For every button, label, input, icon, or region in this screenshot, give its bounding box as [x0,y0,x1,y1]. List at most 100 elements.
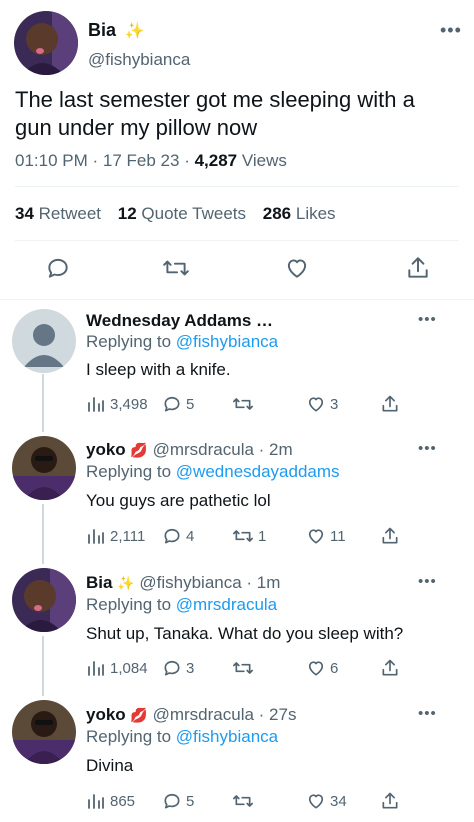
author-name[interactable]: Bia [88,20,116,40]
avatar[interactable] [12,436,76,500]
reply-button[interactable]: 5 [162,393,194,415]
reply-action-bar: 1,084 3 6 [86,657,416,679]
tweet-text: The last semester got me sleeping with a… [15,87,415,140]
views-count: 4,287 [194,151,238,170]
share-button[interactable] [405,255,433,283]
avatar[interactable] [12,309,76,373]
retweet-icon [163,260,189,276]
like-button[interactable]: 3 [306,393,338,415]
reply-author-handle[interactable]: @fishybianca · 1m [139,573,280,592]
reply-author-name[interactable]: yoko [86,440,126,459]
retweet-button[interactable] [232,790,258,812]
reply-button[interactable]: 3 [162,657,194,679]
retweet-button[interactable] [232,393,258,415]
replying-label: Replying to [86,595,172,614]
views-chart-icon [88,661,104,676]
retweet-icon [232,398,253,410]
like-button[interactable] [284,255,312,283]
views-button[interactable]: 2,111 [86,525,145,547]
reply-button[interactable] [45,255,73,283]
share-icon [382,659,398,676]
more-options-button[interactable]: ••• [418,573,437,590]
replying-to: Replying to @wednesdayaddams [86,462,340,482]
dot-separator: · [184,151,195,170]
like-button[interactable]: 34 [306,790,347,812]
tweet-time[interactable]: 01:10 PM [15,151,88,170]
reply-icon [48,258,68,278]
reply-author[interactable]: Wednesday Addams … [86,311,273,331]
reply-count: 5 [186,395,195,413]
kiss-icon: 💋 [130,442,148,458]
like-count: 3 [330,395,339,413]
views-button[interactable]: 865 [86,790,135,812]
reply-tweet[interactable]: yoko 💋 @mrsdracula · 27s ••• Replying to… [0,696,474,822]
like-button[interactable]: 6 [306,657,338,679]
reply-author-name[interactable]: Bia [86,573,112,592]
retweet-button[interactable] [232,657,258,679]
more-options-button[interactable]: ••• [418,705,437,722]
retweet-button[interactable] [162,255,190,283]
reply-author-name[interactable]: yoko [86,705,126,724]
retweet-button[interactable]: 1 [232,525,266,547]
reply-count: 5 [186,792,195,810]
heart-icon [308,661,324,676]
views-count: 2,111 [110,527,146,545]
reply-icon [164,793,180,809]
main-action-bar [0,255,474,289]
reply-text: Shut up, Tanaka. What do you sleep with? [86,624,404,643]
reply-author-name[interactable]: Wednesday Addams … [86,311,273,330]
likes-stat[interactable]: 286 Likes [263,204,336,223]
reply-icon [164,660,180,676]
reply-tweet[interactable]: Bia ✨ @fishybianca · 1m ••• Replying to … [0,564,474,696]
like-count: 34 [330,792,347,810]
reply-button[interactable]: 5 [162,790,194,812]
reply-button[interactable]: 4 [162,525,194,547]
replying-to-link[interactable]: @wednesdayaddams [176,462,340,481]
reply-tweet[interactable]: Wednesday Addams … ••• Replying to @fish… [0,300,474,432]
avatar[interactable] [12,568,76,632]
views-chart-icon [88,529,104,544]
share-button[interactable] [380,525,400,547]
dot-separator: · [92,151,103,170]
reply-icon [164,396,180,412]
share-button[interactable] [380,657,400,679]
avatar[interactable] [12,700,76,764]
reply-author-handle[interactable]: @mrsdracula · 27s [153,705,297,724]
heart-icon [308,397,324,412]
heart-icon [287,259,307,278]
more-options-button[interactable]: ••• [440,20,462,41]
reply-author[interactable]: Bia ✨ @fishybianca · 1m [86,573,280,593]
avatar[interactable] [14,11,78,75]
replying-to-link[interactable]: @fishybianca [176,727,278,746]
views-button[interactable]: 3,498 [86,393,148,415]
tweet-date[interactable]: 17 Feb 23 [103,151,180,170]
views-chart-icon [88,397,104,412]
like-count: 11 [330,527,346,545]
retweets-count: 34 [15,204,34,223]
retweets-stat[interactable]: 34 Retweet [15,204,101,223]
reply-action-bar: 2,111 4 1 11 [86,525,416,547]
reply-author-handle[interactable]: @mrsdracula · 2m [153,440,293,459]
more-options-button[interactable]: ••• [418,440,437,457]
views-count: 3,498 [110,395,148,413]
divider [15,240,459,241]
reply-count: 3 [186,659,195,677]
views-button[interactable]: 1,084 [86,657,148,679]
share-button[interactable] [380,790,400,812]
reply-count: 4 [186,527,195,545]
engagement-stats: 34 Retweet 12 Quote Tweets 286 Likes [15,204,348,224]
retweet-count: 1 [258,527,267,545]
replying-to-link[interactable]: @mrsdracula [176,595,277,614]
retweet-icon [232,795,253,807]
author-handle[interactable]: @fishybianca [88,50,190,70]
share-button[interactable] [380,393,400,415]
replying-to-link[interactable]: @fishybianca [176,332,278,351]
reply-action-bar: 865 5 34 [86,790,416,812]
heart-icon [308,794,324,809]
reply-tweet[interactable]: yoko 💋 @mrsdracula · 2m ••• Replying to … [0,432,474,564]
like-button[interactable]: 11 [306,525,346,547]
reply-author[interactable]: yoko 💋 @mrsdracula · 2m [86,440,293,460]
reply-author[interactable]: yoko 💋 @mrsdracula · 27s [86,705,296,725]
more-options-button[interactable]: ••• [418,311,437,328]
quotes-stat[interactable]: 12 Quote Tweets [118,204,246,223]
